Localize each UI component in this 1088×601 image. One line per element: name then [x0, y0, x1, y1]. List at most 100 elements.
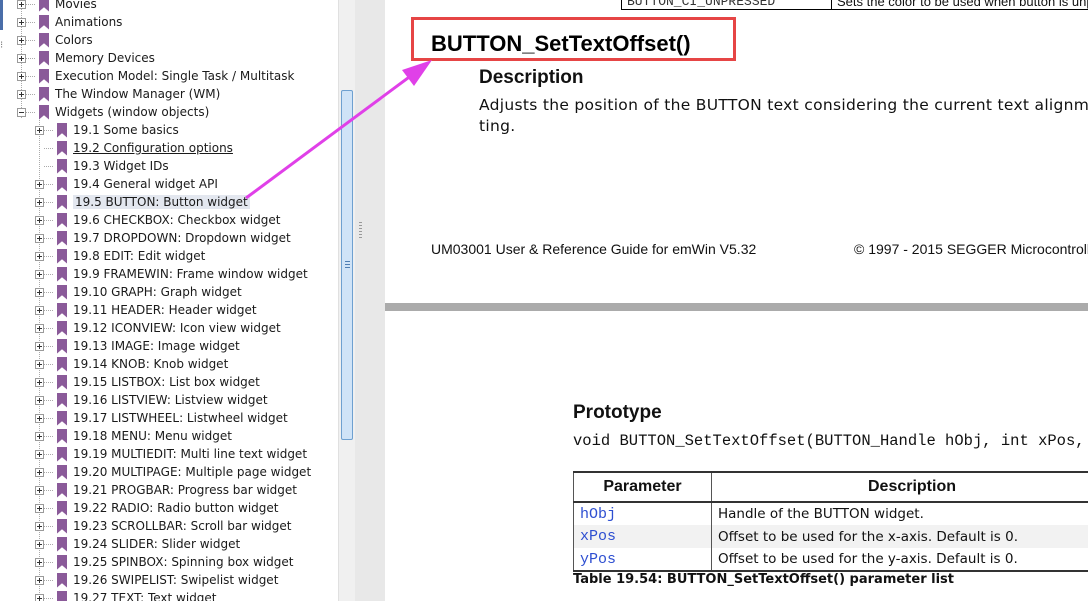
widget-bookmark-item[interactable]: 19.2 Configuration options	[35, 139, 233, 157]
page-footer-copyright: © 1997 - 2015 SEGGER Microcontroller Gmb…	[854, 241, 1088, 257]
tree-connector	[44, 417, 53, 419]
expand-icon[interactable]	[35, 395, 44, 405]
parameter-table: Parameter Description hObj Handle of the…	[573, 471, 1088, 572]
expand-icon[interactable]	[35, 413, 44, 423]
bookmark-ribbon-icon	[39, 0, 49, 12]
bookmark-ribbon-icon	[57, 176, 67, 192]
expand-icon[interactable]	[35, 287, 44, 297]
expand-icon[interactable]	[35, 449, 44, 459]
widget-bookmark-item[interactable]: 19.18 MENU: Menu widget	[35, 427, 232, 445]
widget-bookmark-item[interactable]: 19.19 MULTIEDIT: Multi line text widget	[35, 445, 307, 463]
widget-bookmark-item[interactable]: 19.11 HEADER: Header widget	[35, 301, 257, 319]
bookmark-label: 19.23 SCROLLBAR: Scroll bar widget	[73, 519, 292, 533]
widget-bookmark-item[interactable]: 19.24 SLIDER: Slider widget	[35, 535, 240, 553]
widget-bookmark-item[interactable]: 19.12 ICONVIEW: Icon view widget	[35, 319, 281, 337]
bookmark-item[interactable]: The Window Manager (WM)	[17, 85, 220, 103]
scrollbar-thumb[interactable]	[341, 90, 353, 440]
tree-connector	[44, 525, 53, 527]
expand-icon[interactable]	[35, 503, 44, 513]
bookmark-label: 19.8 EDIT: Edit widget	[73, 249, 206, 263]
bookmark-item[interactable]: Execution Model: Single Task / Multitask	[17, 67, 294, 85]
expand-icon[interactable]	[35, 431, 44, 441]
pane-splitter[interactable]	[355, 0, 385, 601]
expand-icon[interactable]	[35, 539, 44, 549]
bookmark-item[interactable]: Animations	[17, 13, 122, 31]
widget-bookmark-item[interactable]: 19.10 GRAPH: Graph widget	[35, 283, 242, 301]
widget-bookmark-item[interactable]: 19.16 LISTVIEW: Listview widget	[35, 391, 268, 409]
expand-icon[interactable]	[35, 485, 44, 495]
param-name-link[interactable]: hObj	[573, 502, 712, 525]
expand-icon[interactable]	[17, 53, 26, 63]
expand-icon[interactable]	[35, 359, 44, 369]
tree-connector	[26, 93, 35, 95]
widget-bookmark-item[interactable]: 19.4 General widget API	[35, 175, 218, 193]
expand-icon[interactable]	[35, 557, 44, 567]
bookmark-label: Colors	[55, 33, 93, 47]
expand-icon[interactable]	[35, 575, 44, 585]
expand-icon[interactable]	[17, 0, 26, 9]
widget-bookmark-item[interactable]: 19.5 BUTTON: Button widget	[35, 193, 250, 211]
bookmark-ribbon-icon	[57, 266, 67, 282]
tree-connector	[44, 291, 53, 293]
bookmarks-scrollbar[interactable]	[338, 0, 355, 601]
bookmark-item[interactable]: Colors	[17, 31, 93, 49]
document-view[interactable]: BUTTON_CI_UNPRESSED Sets the color to be…	[385, 0, 1088, 601]
widget-bookmark-item[interactable]: 19.14 KNOB: Knob widget	[35, 355, 228, 373]
expand-icon[interactable]	[35, 305, 44, 315]
tree-connector	[44, 273, 53, 275]
expand-icon[interactable]	[35, 179, 44, 189]
expand-icon[interactable]	[35, 323, 44, 333]
tree-connector	[44, 165, 53, 167]
expand-icon[interactable]	[35, 251, 44, 261]
bookmark-item[interactable]: Movies	[17, 0, 97, 13]
widget-bookmark-item[interactable]: 19.22 RADIO: Radio button widget	[35, 499, 279, 517]
widget-bookmark-item[interactable]: 19.17 LISTWHEEL: Listwheel widget	[35, 409, 288, 427]
expand-icon[interactable]	[35, 593, 44, 601]
expand-icon[interactable]	[35, 215, 44, 225]
expand-icon[interactable]	[35, 233, 44, 243]
expand-icon[interactable]	[17, 17, 26, 27]
widget-bookmark-item[interactable]: 19.9 FRAMEWIN: Frame window widget	[35, 265, 308, 283]
bookmark-item[interactable]: Widgets (window objects)	[17, 103, 209, 121]
bookmark-ribbon-icon	[57, 230, 67, 246]
tree-connector	[44, 453, 53, 455]
bookmark-ribbon-icon	[39, 32, 49, 48]
widget-bookmark-item[interactable]: 19.23 SCROLLBAR: Scroll bar widget	[35, 517, 291, 535]
widget-bookmark-item[interactable]: 19.25 SPINBOX: Spinning box widget	[35, 553, 293, 571]
expand-icon[interactable]	[17, 71, 26, 81]
param-name-link[interactable]: yPos	[573, 548, 712, 572]
bookmark-label: Execution Model: Single Task / Multitask	[55, 69, 295, 83]
widget-bookmark-item[interactable]: 19.8 EDIT: Edit widget	[35, 247, 205, 265]
expand-icon[interactable]	[17, 89, 26, 99]
widget-bookmark-item[interactable]: 19.6 CHECKBOX: Checkbox widget	[35, 211, 280, 229]
collapse-icon[interactable]	[17, 107, 26, 117]
bookmark-label: Movies	[55, 0, 97, 11]
widget-bookmark-item[interactable]: 19.26 SWIPELIST: Swipelist widget	[35, 571, 278, 589]
expand-icon[interactable]	[35, 269, 44, 279]
widget-bookmark-item[interactable]: 19.7 DROPDOWN: Dropdown widget	[35, 229, 291, 247]
expand-icon[interactable]	[17, 35, 26, 45]
widget-bookmark-item[interactable]: 19.1 Some basics	[35, 121, 179, 139]
bookmark-item[interactable]: Memory Devices	[17, 49, 155, 67]
widget-bookmark-item[interactable]: 19.3 Widget IDs	[35, 157, 169, 175]
expand-icon[interactable]	[35, 197, 44, 207]
bookmark-label: 19.11 HEADER: Header widget	[73, 303, 257, 317]
expand-icon[interactable]	[35, 377, 44, 387]
expand-icon[interactable]	[35, 467, 44, 477]
widget-bookmark-item[interactable]: 19.27 TEXT: Text widget	[35, 589, 217, 601]
bookmark-ribbon-icon	[57, 158, 67, 174]
param-description: Handle of the BUTTON widget.	[711, 502, 1088, 525]
bookmark-ribbon-icon	[57, 122, 67, 138]
tree-connector	[44, 507, 53, 509]
expand-icon[interactable]	[35, 521, 44, 531]
param-name-link[interactable]: xPos	[573, 525, 712, 548]
widget-bookmark-item[interactable]: 19.21 PROGBAR: Progress bar widget	[35, 481, 297, 499]
bookmark-label: 19.1 Some basics	[73, 123, 179, 137]
expand-icon[interactable]	[35, 341, 44, 351]
widget-bookmark-item[interactable]: 19.15 LISTBOX: List box widget	[35, 373, 260, 391]
pdf-page-upper: BUTTON_CI_UNPRESSED Sets the color to be…	[385, 0, 1088, 303]
expand-icon[interactable]	[35, 125, 44, 135]
widget-bookmark-item[interactable]: 19.20 MULTIPAGE: Multiple page widget	[35, 463, 311, 481]
widget-bookmark-item[interactable]: 19.13 IMAGE: Image widget	[35, 337, 240, 355]
